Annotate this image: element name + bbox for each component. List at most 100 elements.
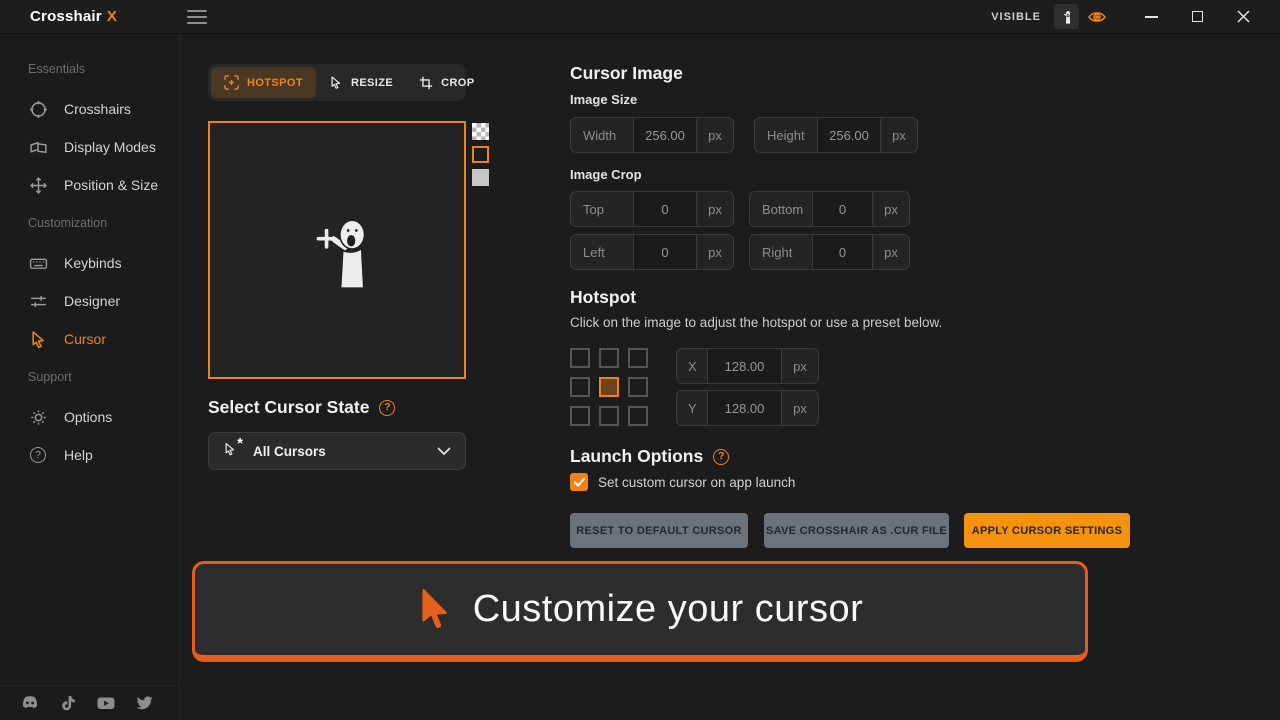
hotspot-preset-bottom-right[interactable] bbox=[628, 406, 648, 426]
field-value[interactable]: 256.00 bbox=[633, 118, 697, 152]
discord-icon[interactable] bbox=[21, 694, 39, 712]
field-value[interactable]: 0 bbox=[633, 235, 697, 269]
hotspot-heading: Hotspot bbox=[570, 287, 636, 308]
hotspot-preset-middle-right[interactable] bbox=[628, 377, 648, 397]
field-value[interactable]: 0 bbox=[633, 192, 697, 226]
field-value[interactable]: 0 bbox=[812, 235, 873, 269]
crop-top-field[interactable]: Top 0 px bbox=[570, 191, 734, 227]
crop-left-field[interactable]: Left 0 px bbox=[570, 234, 734, 270]
help-icon[interactable]: ? bbox=[713, 449, 729, 465]
swatch-light-gray[interactable] bbox=[472, 169, 489, 186]
field-value[interactable]: 128.00 bbox=[707, 349, 782, 383]
tab-crop[interactable]: CROP bbox=[406, 67, 487, 98]
tab-label: HOTSPOT bbox=[247, 77, 303, 89]
maximize-button[interactable] bbox=[1174, 0, 1220, 34]
image-size-label: Image Size bbox=[570, 92, 637, 107]
sidebar-section-support: Support bbox=[28, 369, 179, 385]
cursor-state-dropdown[interactable]: * All Cursors bbox=[208, 432, 466, 470]
main-content: HOTSPOT RESIZE CROP bbox=[181, 35, 1280, 720]
field-value[interactable]: 128.00 bbox=[707, 391, 782, 425]
sidebar-item-label: Keybinds bbox=[64, 255, 122, 271]
preview-background-swatches bbox=[472, 123, 489, 186]
hotspot-preset-center[interactable] bbox=[599, 377, 619, 397]
resize-cursor-icon bbox=[329, 75, 343, 90]
menu-icon[interactable] bbox=[187, 10, 207, 24]
sidebar-section-customization: Customization bbox=[28, 215, 179, 231]
customize-cursor-banner: Customize your cursor bbox=[192, 561, 1088, 662]
height-field[interactable]: Height 256.00 px bbox=[754, 117, 918, 153]
sidebar-item-crosshairs[interactable]: Crosshairs bbox=[0, 90, 179, 128]
twitter-icon[interactable] bbox=[135, 694, 153, 712]
apply-cursor-settings-button[interactable]: APPLY CURSOR SETTINGS bbox=[964, 513, 1130, 548]
app-name: Crosshair bbox=[30, 8, 102, 25]
cursor-preview-thumbnail[interactable] bbox=[1054, 4, 1079, 29]
sidebar-item-help[interactable]: ? Help bbox=[0, 436, 179, 474]
close-icon bbox=[1237, 10, 1250, 23]
cursor-preview-canvas[interactable] bbox=[208, 121, 466, 379]
field-unit: px bbox=[881, 118, 917, 152]
field-label: X bbox=[677, 349, 707, 383]
sidebar-item-position-size[interactable]: Position & Size bbox=[0, 166, 179, 204]
move-icon bbox=[28, 175, 48, 195]
app-window: Crosshair X VISIBLE bbox=[0, 0, 1280, 720]
sidebar-item-label: Crosshairs bbox=[64, 101, 131, 117]
tab-hotspot[interactable]: HOTSPOT bbox=[211, 67, 316, 98]
hotspot-y-field[interactable]: Y 128.00 px bbox=[676, 390, 819, 426]
set-custom-cursor-checkbox[interactable] bbox=[570, 473, 588, 491]
help-icon[interactable]: ? bbox=[379, 400, 395, 416]
hotspot-x-field[interactable]: X 128.00 px bbox=[676, 348, 819, 384]
field-unit: px bbox=[697, 118, 733, 152]
sidebar-item-cursor[interactable]: Cursor bbox=[0, 320, 179, 358]
close-button[interactable] bbox=[1220, 0, 1266, 34]
sidebar-item-label: Options bbox=[64, 409, 112, 425]
custom-cursor-image bbox=[304, 210, 384, 290]
sidebar: Essentials Crosshairs Display Modes Posi… bbox=[0, 35, 180, 720]
reset-to-default-cursor-button[interactable]: RESET TO DEFAULT CURSOR bbox=[570, 513, 748, 548]
save-crosshair-cur-file-button[interactable]: SAVE CROSSHAIR AS .CUR FILE bbox=[764, 513, 949, 548]
keyboard-icon bbox=[28, 253, 48, 273]
hotspot-preset-top-right[interactable] bbox=[628, 348, 648, 368]
hotspot-preset-top-center[interactable] bbox=[599, 348, 619, 368]
field-label: Top bbox=[571, 192, 633, 226]
hotspot-preset-top-left[interactable] bbox=[570, 348, 590, 368]
image-crop-label: Image Crop bbox=[570, 167, 642, 182]
field-label: Width bbox=[571, 118, 633, 152]
sidebar-item-label: Designer bbox=[64, 293, 120, 309]
help-icon: ? bbox=[28, 445, 48, 465]
cursor-image-heading: Cursor Image bbox=[570, 63, 683, 84]
maximize-icon bbox=[1192, 11, 1203, 22]
sidebar-item-label: Cursor bbox=[64, 331, 106, 347]
app-name-x: X bbox=[107, 8, 117, 25]
hotspot-preset-bottom-left[interactable] bbox=[570, 406, 590, 426]
crop-bottom-field[interactable]: Bottom 0 px bbox=[749, 191, 910, 227]
crop-icon bbox=[419, 76, 433, 90]
tiktok-icon[interactable] bbox=[59, 694, 77, 712]
field-unit: px bbox=[873, 192, 909, 226]
asterisk-glyph: * bbox=[237, 435, 243, 452]
hotspot-description: Click on the image to adjust the hotspot… bbox=[570, 315, 942, 330]
visibility-eye-icon[interactable] bbox=[1088, 10, 1106, 24]
custom-cursor-mini-image bbox=[1059, 9, 1074, 24]
visible-status-label: VISIBLE bbox=[991, 11, 1041, 23]
field-unit: px bbox=[782, 391, 818, 425]
sidebar-item-display-modes[interactable]: Display Modes bbox=[0, 128, 179, 166]
width-field[interactable]: Width 256.00 px bbox=[570, 117, 734, 153]
youtube-icon[interactable] bbox=[97, 694, 115, 712]
swatch-dark-selected[interactable] bbox=[472, 146, 489, 163]
sidebar-item-label: Position & Size bbox=[64, 177, 158, 193]
hotspot-preset-middle-left[interactable] bbox=[570, 377, 590, 397]
field-value[interactable]: 0 bbox=[812, 192, 873, 226]
titlebar: Crosshair X VISIBLE bbox=[0, 0, 1280, 34]
sidebar-item-options[interactable]: Options bbox=[0, 398, 179, 436]
field-value[interactable]: 256.00 bbox=[817, 118, 881, 152]
tab-resize[interactable]: RESIZE bbox=[316, 67, 406, 98]
sidebar-section-essentials: Essentials bbox=[28, 61, 179, 77]
minimize-button[interactable] bbox=[1128, 0, 1174, 34]
field-unit: px bbox=[782, 349, 818, 383]
sidebar-item-designer[interactable]: Designer bbox=[0, 282, 179, 320]
tab-label: RESIZE bbox=[351, 77, 393, 89]
crop-right-field[interactable]: Right 0 px bbox=[749, 234, 910, 270]
sidebar-item-keybinds[interactable]: Keybinds bbox=[0, 244, 179, 282]
hotspot-preset-bottom-center[interactable] bbox=[599, 406, 619, 426]
swatch-checker-transparency[interactable] bbox=[472, 123, 489, 140]
